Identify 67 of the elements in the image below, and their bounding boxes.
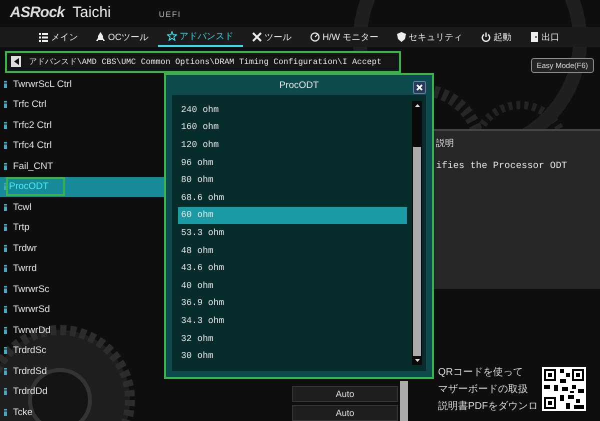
option-item[interactable]: 40 ohm — [178, 277, 407, 295]
setting-label: Tcwl — [12, 200, 32, 215]
setting-label: Trfc Ctrl — [12, 98, 48, 112]
nav-tab[interactable]: ツール — [242, 27, 300, 47]
breadcrumb-path: アドバンスド\AMD CBS\UMC Common Options\DRAM Timing Configuration\I Accept — [29, 57, 382, 67]
setting-item[interactable]: Trtp — [0, 218, 165, 238]
option-item[interactable]: 34.3 ohm — [178, 312, 407, 330]
setting-item[interactable]: TwrwrSc — [0, 279, 165, 300]
setting-item[interactable]: Fail_CNT — [0, 156, 165, 176]
setting-item[interactable]: Trfc2 Ctrl — [0, 115, 165, 136]
setting-label: TrdrdSc — [12, 344, 48, 358]
setting-item[interactable]: Tcwl — [0, 197, 165, 218]
value-button[interactable]: Auto — [292, 404, 398, 420]
nav-tab[interactable]: 起動 — [472, 27, 520, 47]
option-item[interactable]: 43.6 ohm — [178, 259, 407, 278]
setting-item[interactable]: Trdwr — [0, 238, 165, 258]
option-item[interactable]: 53.3 ohm — [178, 224, 407, 242]
setting-item[interactable]: TwrwrScL Ctrl — [0, 74, 165, 94]
firmware-label: UEFI — [158, 10, 182, 19]
setting-item[interactable]: Tcke — [0, 402, 165, 421]
setting-label: Trfc2 Ctrl — [12, 118, 53, 133]
setting-item[interactable]: Trfc4 Ctrl — [0, 136, 165, 156]
qr-note-text: マザーボードの取扱 — [438, 382, 529, 396]
option-item[interactable]: 96 ohm — [178, 154, 407, 172]
nav-tab[interactable]: セキュリティ — [388, 27, 472, 47]
setting-label: Tcke — [12, 406, 34, 420]
brand-logo: ASRock — [10, 4, 65, 21]
option-item[interactable]: 80 ohm — [178, 171, 407, 190]
setting-label: Trdwr — [12, 242, 38, 256]
option-item[interactable]: 48 ohm — [178, 242, 407, 260]
description-text: ifies the Processor ODT — [436, 160, 568, 171]
setting-item[interactable]: TwrwrSd — [0, 300, 165, 320]
setting-item[interactable]: TrdrdSc — [0, 340, 165, 361]
option-item[interactable]: 160 ohm — [178, 118, 407, 136]
setting-label: TwrwrDd — [12, 324, 52, 338]
setting-label: Trfc4 Ctrl — [12, 139, 53, 154]
value-button[interactable]: Auto — [292, 386, 398, 402]
option-item[interactable]: 68.6 ohm — [178, 189, 407, 207]
model-name: Taichi — [72, 4, 111, 21]
option-item[interactable]: 32 ohm — [178, 330, 407, 348]
nav-tab[interactable]: アドバンスド — [158, 27, 242, 47]
qr-note-text: QRコードを使って — [438, 366, 524, 378]
setting-label: TwrwrScL Ctrl — [12, 78, 73, 92]
setting-item[interactable]: TwrwrDd — [0, 320, 165, 340]
nav-tab[interactable]: メイン — [30, 27, 87, 47]
dialog-title: ProcODT — [279, 80, 319, 91]
setting-item[interactable]: Trfc Ctrl — [0, 94, 165, 115]
setting-label: TwrwrSd — [12, 303, 51, 318]
nav-tab[interactable]: OCツール — [87, 27, 158, 47]
setting-label: Twrrd — [12, 262, 38, 276]
setting-label: TrdrdSd — [12, 364, 48, 379]
setting-item[interactable]: Twrrd — [0, 258, 165, 279]
setting-label: TwrwrSc — [12, 282, 50, 297]
option-item[interactable]: 30 ohm — [178, 347, 407, 365]
setting-label: Trtp — [12, 221, 31, 236]
setting-label: Fail_CNT — [12, 160, 54, 174]
setting-item[interactable]: TrdrdDd — [0, 382, 165, 402]
option-item[interactable]: 36.9 ohm — [178, 294, 407, 312]
option-item[interactable]: 240 ohm — [178, 101, 407, 119]
option-item[interactable]: 120 ohm — [178, 136, 407, 154]
setting-label: ProcODT — [6, 177, 65, 196]
nav-tab[interactable]: H/W モニター — [300, 27, 388, 47]
qr-note-text: 説明書PDFをダウンロ — [438, 400, 538, 412]
description-heading: 説明 — [436, 137, 455, 150]
setting-item[interactable]: TrdrdSd — [0, 361, 165, 382]
nav-tab[interactable]: 出口 — [520, 27, 568, 47]
setting-label: TrdrdDd — [12, 385, 48, 400]
